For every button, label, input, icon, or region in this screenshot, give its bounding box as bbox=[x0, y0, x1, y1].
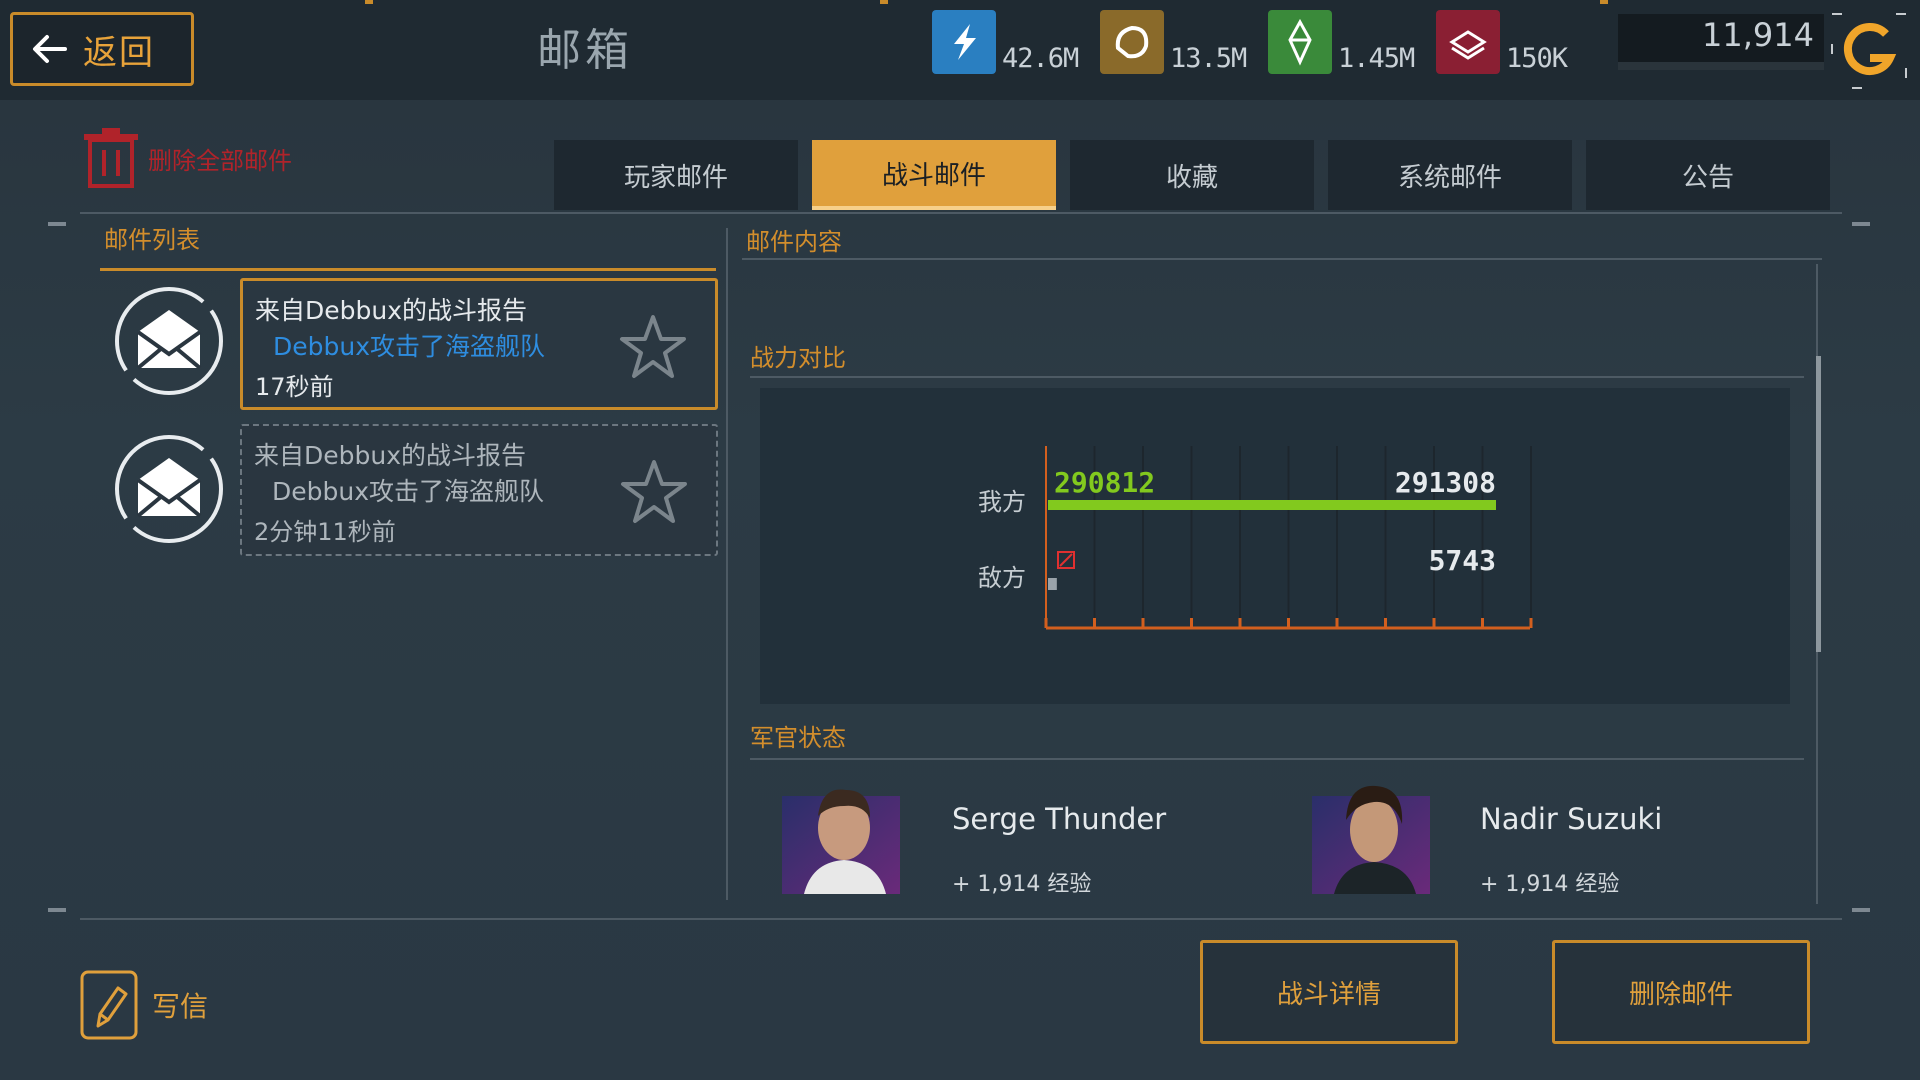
resource-alloy-value: 150K bbox=[1506, 43, 1568, 74]
label-ours-start: 290812 bbox=[1054, 466, 1155, 499]
favorite-star-icon[interactable] bbox=[618, 456, 690, 528]
power-chart-svg: 290812 291308 5743 bbox=[1044, 446, 1533, 630]
trash-icon bbox=[84, 128, 138, 188]
mail-subject: Debbux攻击了海盗舰队 bbox=[273, 332, 546, 361]
officer-xp: + 1,914 经验 bbox=[952, 872, 1092, 897]
tab-favorites[interactable]: 收藏 bbox=[1070, 140, 1314, 210]
power-chart: 我方 敌方 290812 291308 5743 bbox=[760, 388, 1790, 704]
delete-all-label: 删除全部邮件 bbox=[148, 146, 292, 175]
alloy-icon bbox=[1436, 10, 1500, 74]
officer-status-title: 军官状态 bbox=[750, 724, 846, 752]
envelope-icon bbox=[115, 435, 223, 543]
pencil-icon bbox=[80, 970, 138, 1040]
mail-list-underline bbox=[100, 268, 716, 271]
gold-counter[interactable]: 11,914 bbox=[1618, 14, 1824, 70]
resource-crystal[interactable]: 1.45M bbox=[1268, 4, 1415, 74]
write-mail-label: 写信 bbox=[152, 990, 209, 1023]
resource-energy[interactable]: 42.6M bbox=[932, 4, 1079, 74]
energy-icon bbox=[932, 10, 996, 74]
resource-ore-value: 13.5M bbox=[1170, 43, 1247, 74]
mail-time: 17秒前 bbox=[255, 373, 334, 401]
frame-tick bbox=[48, 908, 66, 912]
mail-subject: Debbux攻击了海盗舰队 bbox=[272, 477, 545, 506]
power-underline bbox=[750, 376, 1804, 378]
label-ours-end: 291308 bbox=[1395, 466, 1496, 499]
battle-details-button[interactable]: 战斗详情 bbox=[1200, 940, 1458, 1044]
tab-system-mail[interactable]: 系统邮件 bbox=[1328, 140, 1572, 210]
power-compare-title: 战力对比 bbox=[750, 344, 846, 372]
mail-sender: 来自Debbux的战斗报告 bbox=[254, 441, 527, 470]
ore-icon bbox=[1100, 10, 1164, 74]
frame-tick bbox=[48, 222, 66, 226]
gold-value: 11,914 bbox=[1702, 16, 1814, 54]
back-button[interactable]: 返回 bbox=[10, 12, 194, 86]
bar-enemy bbox=[1048, 578, 1057, 590]
back-arrow-icon bbox=[33, 35, 67, 63]
resource-ore[interactable]: 13.5M bbox=[1100, 4, 1247, 74]
favorite-star-icon[interactable] bbox=[617, 311, 689, 383]
panel-divider bbox=[726, 228, 728, 900]
mail-item-selected[interactable]: 来自Debbux的战斗报告 Debbux攻击了海盗舰队 17秒前 bbox=[240, 278, 718, 410]
tab-battle-mail[interactable]: 战斗邮件 bbox=[812, 140, 1056, 210]
officer-xp: + 1,914 经验 bbox=[1480, 872, 1620, 897]
resource-alloy[interactable]: 150K bbox=[1436, 4, 1568, 74]
officer-underline bbox=[750, 758, 1804, 760]
mail-list-title: 邮件列表 bbox=[104, 226, 200, 254]
label-enemy-end: 5743 bbox=[1429, 544, 1496, 577]
bottom-divider bbox=[80, 918, 1842, 920]
back-label: 返回 bbox=[83, 32, 155, 73]
mail-item[interactable]: 来自Debbux的战斗报告 Debbux攻击了海盗舰队 2分钟11秒前 bbox=[240, 424, 718, 556]
top-divider bbox=[80, 212, 1842, 214]
officer-name: Serge Thunder bbox=[952, 802, 1167, 836]
content-divider bbox=[742, 258, 1822, 260]
gold-coin-icon[interactable] bbox=[1830, 12, 1908, 90]
officer-portrait[interactable] bbox=[1312, 776, 1430, 894]
mail-sender: 来自Debbux的战斗报告 bbox=[255, 296, 528, 325]
tab-announcements[interactable]: 公告 bbox=[1586, 140, 1830, 210]
enemy-marker-slash bbox=[1059, 553, 1073, 567]
bar-ours bbox=[1048, 500, 1496, 510]
envelope-icon bbox=[115, 287, 223, 395]
frame-tick bbox=[1852, 908, 1870, 912]
write-mail-button[interactable]: 写信 bbox=[80, 970, 208, 1040]
crystal-icon bbox=[1268, 10, 1332, 74]
gold-bar bbox=[1618, 62, 1824, 70]
resource-crystal-value: 1.45M bbox=[1338, 43, 1415, 74]
officer-name: Nadir Suzuki bbox=[1480, 802, 1663, 836]
resource-energy-value: 42.6M bbox=[1002, 43, 1079, 74]
officer-portrait[interactable] bbox=[782, 776, 900, 894]
mail-time: 2分钟11秒前 bbox=[254, 518, 396, 546]
mail-content-title: 邮件内容 bbox=[746, 228, 842, 256]
tab-player-mail[interactable]: 玩家邮件 bbox=[554, 140, 798, 210]
content-scrollbar[interactable] bbox=[1816, 356, 1821, 652]
delete-all-button[interactable]: 删除全部邮件 bbox=[82, 126, 292, 190]
page-title: 邮箱 bbox=[537, 25, 633, 76]
frame-tick bbox=[1852, 222, 1870, 226]
delete-mail-button[interactable]: 删除邮件 bbox=[1552, 940, 1810, 1044]
